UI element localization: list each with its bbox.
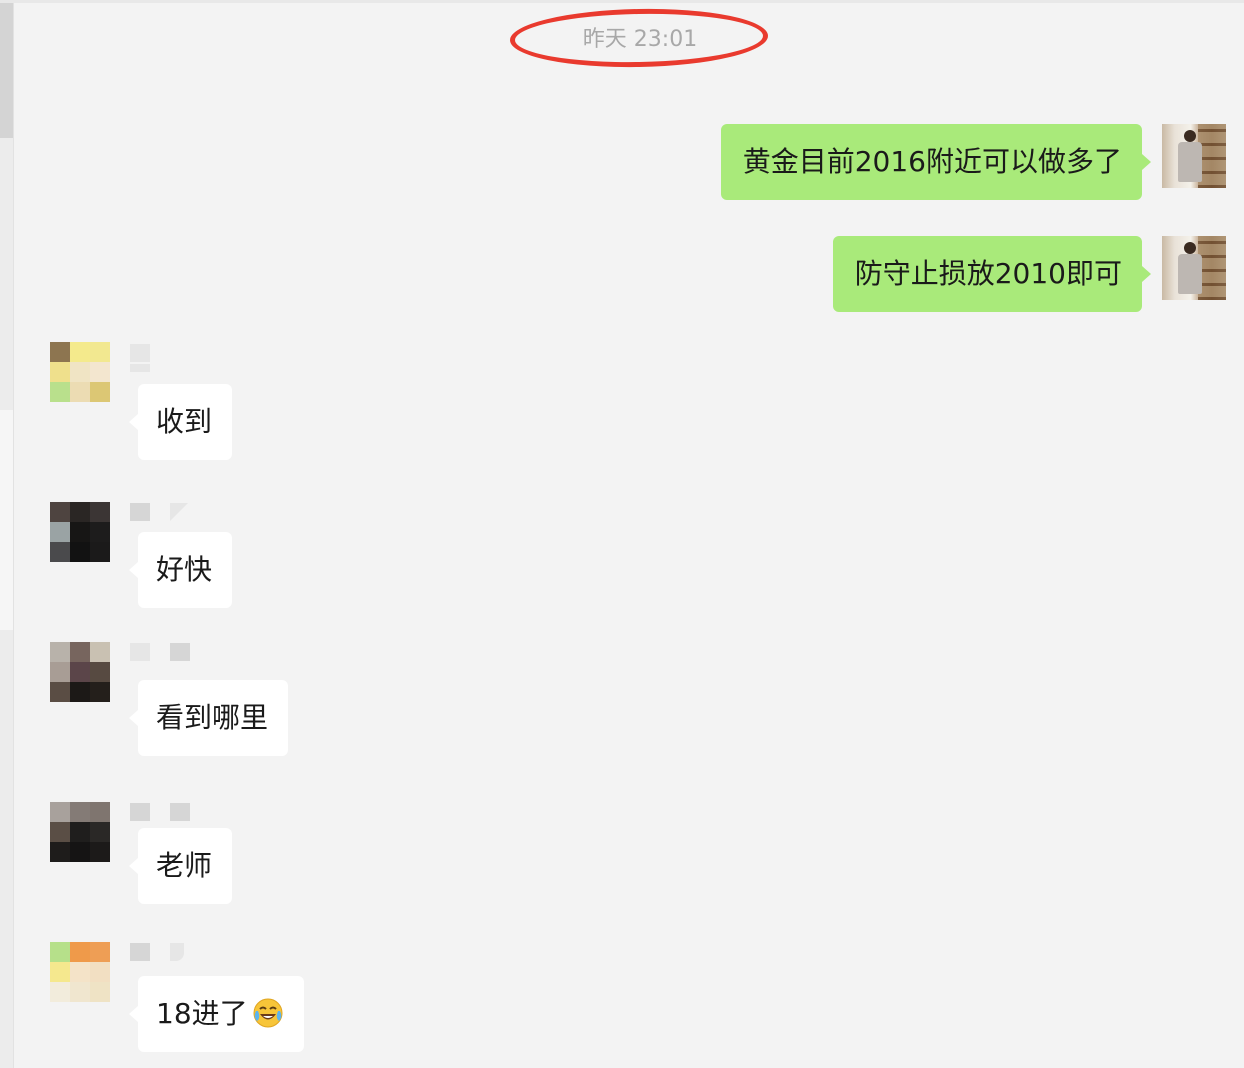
message-text: 看到哪里 (156, 701, 269, 734)
contact-avatar[interactable] (50, 942, 110, 1002)
avatar-background-shelf (1198, 236, 1226, 300)
left-edge-shade (0, 410, 13, 630)
contact-name-redacted (130, 364, 150, 372)
contact-name-redacted (130, 803, 150, 821)
contact-avatar[interactable] (50, 802, 110, 862)
outgoing-message-bubble[interactable]: 防守止损放2010即可 (832, 236, 1152, 312)
contact-name-redacted (170, 503, 188, 521)
avatar-person-head (1184, 242, 1196, 254)
incoming-message-bubble[interactable]: 看到哪里 (128, 680, 289, 756)
scrollbar-thumb[interactable] (0, 3, 13, 138)
contact-avatar[interactable] (50, 642, 110, 702)
message-text: 18进了 (156, 997, 248, 1030)
avatar-person-body (1178, 142, 1202, 182)
avatar-background-shelf (1198, 124, 1226, 188)
incoming-message-bubble[interactable]: 老师 (128, 828, 233, 904)
contact-name-redacted (170, 803, 190, 821)
message-text: 好快 (156, 553, 213, 586)
outgoing-message-bubble[interactable]: 黄金目前2016附近可以做多了 (720, 124, 1152, 200)
highlight-circle (509, 6, 769, 70)
incoming-message-bubble[interactable]: 18进了 (129, 976, 304, 1052)
contact-name-redacted (170, 643, 190, 661)
contact-name-redacted (130, 344, 150, 362)
incoming-message-bubble[interactable]: 好快 (128, 532, 233, 608)
face-with-tears-of-joy-icon (253, 998, 283, 1028)
contact-name-redacted (170, 943, 184, 961)
message-text: 老师 (156, 849, 213, 882)
avatar-person-body (1178, 254, 1202, 294)
contact-name-redacted (130, 643, 150, 661)
contact-avatar[interactable] (50, 342, 110, 402)
message-text: 防守止损放2010即可 (854, 257, 1122, 290)
contact-avatar[interactable] (50, 502, 110, 562)
avatar-person-head (1184, 130, 1196, 142)
chat-panel: 昨天 23:01 黄金目前2016附近可以做多了 防守止损放2010即可 收到 … (0, 0, 1244, 1068)
contact-name-redacted (130, 503, 150, 521)
self-avatar[interactable] (1162, 236, 1226, 300)
message-text: 黄金目前2016附近可以做多了 (742, 145, 1122, 178)
message-text: 收到 (156, 405, 213, 438)
top-border (0, 0, 1244, 3)
contact-name-redacted (130, 943, 150, 961)
self-avatar[interactable] (1162, 124, 1226, 188)
incoming-message-bubble[interactable]: 收到 (128, 384, 233, 460)
